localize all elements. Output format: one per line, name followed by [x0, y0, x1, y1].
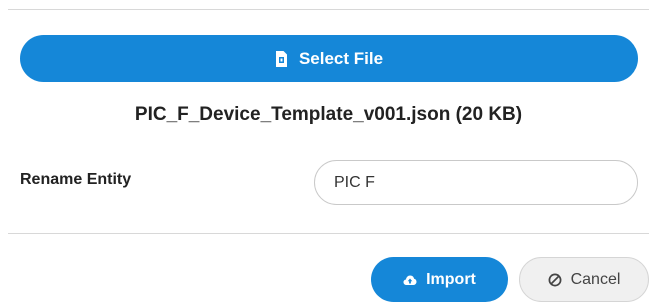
bottom-divider	[8, 233, 649, 234]
selected-file-name: PIC_F_Device_Template_v001.json (20 KB)	[134, 104, 523, 125]
cancel-label: Cancel	[570, 270, 621, 288]
ban-icon	[548, 273, 562, 287]
file-icon	[275, 50, 289, 67]
import-button[interactable]: Import	[371, 257, 508, 302]
select-file-label: Select File	[298, 48, 384, 68]
top-divider	[8, 9, 649, 10]
rename-entity-label: Rename Entity	[20, 171, 132, 188]
select-file-button[interactable]: Select File	[20, 35, 638, 82]
import-label: Import	[426, 270, 476, 288]
import-entity-dialog: Select File PIC_F_Device_Template_v001.j…	[0, 0, 657, 306]
cloud-upload-icon	[403, 274, 417, 286]
rename-entity-input[interactable]	[314, 160, 638, 205]
cancel-button[interactable]: Cancel	[519, 257, 649, 302]
